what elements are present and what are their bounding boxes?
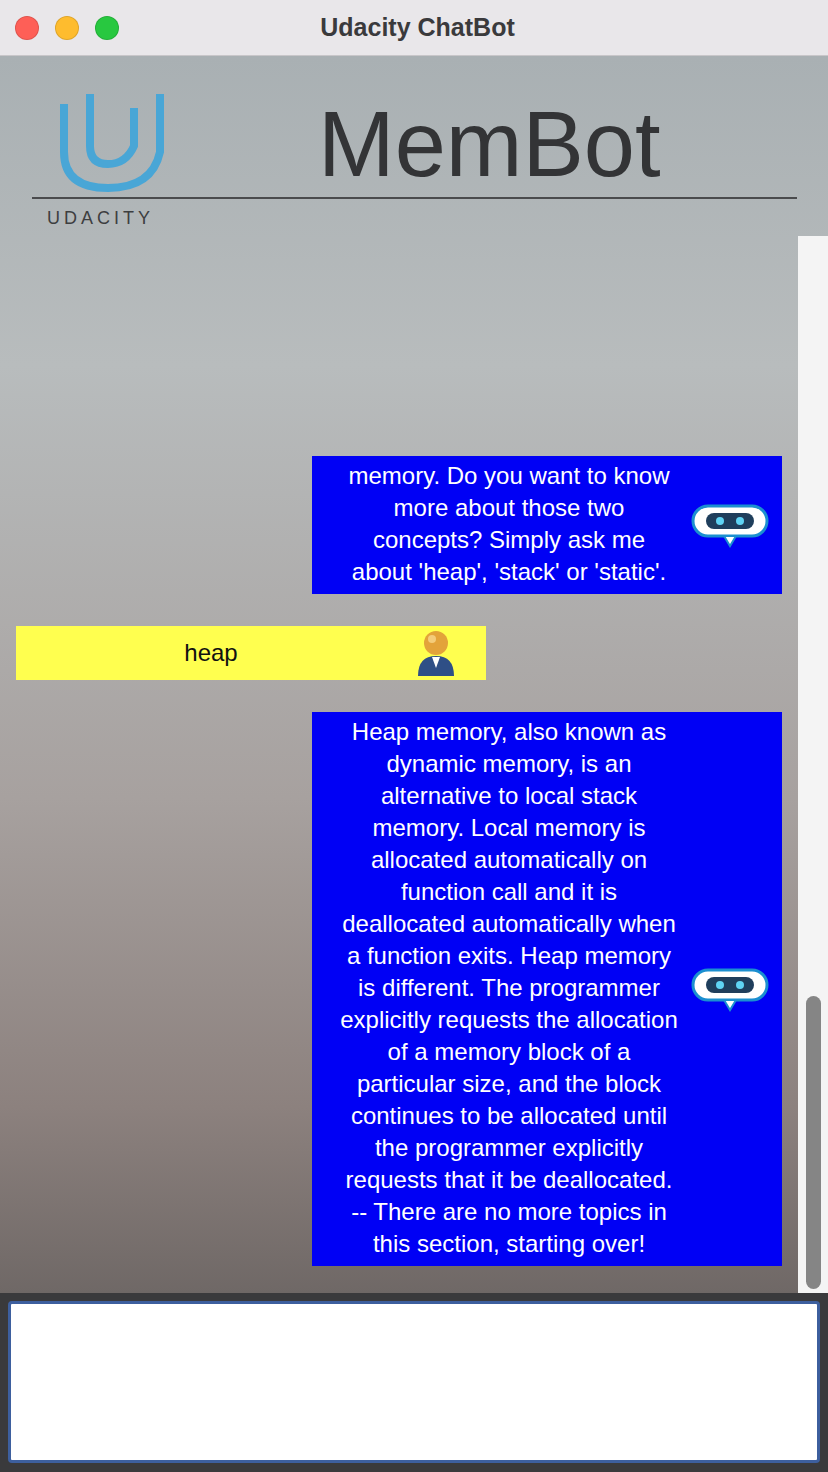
app-window: Udacity ChatBot MemBot UDACITY memory. Do y…	[0, 0, 828, 1472]
chat-area[interactable]: memory. Do you want to know more about t…	[0, 236, 828, 1293]
brand-label: UDACITY	[47, 208, 797, 229]
robot-icon	[690, 501, 770, 549]
message-row: heap	[16, 626, 782, 680]
message-row: Heap memory, also known as dynamic memor…	[16, 712, 782, 1266]
message-text: Heap memory, also known as dynamic memor…	[312, 712, 678, 1266]
udacity-logo-icon	[56, 90, 168, 194]
zoom-button[interactable]	[95, 16, 119, 40]
message-text: memory. Do you want to know more about t…	[312, 456, 678, 594]
user-avatar-icon	[416, 628, 456, 678]
message-text: heap	[16, 633, 386, 673]
app-title: MemBot	[318, 94, 661, 194]
message-row: memory. Do you want to know more about t…	[16, 456, 782, 594]
window-title: Udacity ChatBot	[119, 13, 716, 42]
close-button[interactable]	[15, 16, 39, 40]
message-list: memory. Do you want to know more about t…	[0, 236, 798, 1293]
message-input[interactable]	[8, 1301, 820, 1463]
bot-message: Heap memory, also known as dynamic memor…	[312, 712, 782, 1266]
header-divider	[32, 197, 797, 199]
scrollbar[interactable]	[798, 236, 828, 1293]
user-message: heap	[16, 626, 486, 680]
bot-message: memory. Do you want to know more about t…	[312, 456, 782, 594]
input-area	[0, 1293, 828, 1472]
background-photo: MemBot UDACITY memory. Do you want to know…	[0, 56, 828, 1293]
title-bar: Udacity ChatBot	[0, 0, 828, 56]
header: MemBot UDACITY	[0, 56, 828, 236]
scrollbar-thumb[interactable]	[806, 996, 821, 1289]
minimize-button[interactable]	[55, 16, 79, 40]
robot-icon	[690, 965, 770, 1013]
